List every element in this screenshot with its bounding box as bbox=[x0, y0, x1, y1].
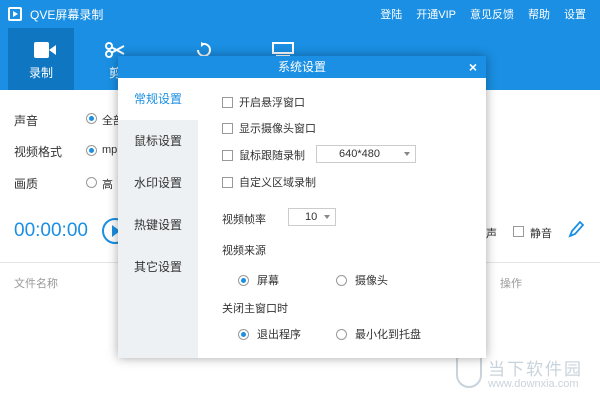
app-title: QVE屏幕录制 bbox=[30, 7, 104, 22]
exit-program-label: 退出程序 bbox=[257, 329, 301, 341]
minimize-tray-radio[interactable] bbox=[336, 328, 347, 340]
settings-dialog: 系统设置 × 常规设置 鼠标设置 水印设置 热键设置 其它设置 开启悬浮窗口 显… bbox=[118, 56, 486, 358]
minimize-tray-option[interactable]: 最小化到托盘 bbox=[336, 326, 421, 342]
fps-select[interactable]: 10 bbox=[288, 208, 336, 226]
menu-help[interactable]: 帮助 bbox=[528, 6, 550, 22]
fps-label: 视频帧率 bbox=[222, 214, 266, 226]
format-mp-label: mp bbox=[102, 144, 118, 156]
dialog-title: 系统设置 bbox=[277, 60, 326, 74]
custom-area-label: 自定义区域录制 bbox=[239, 177, 316, 189]
tool-record-label: 录制 bbox=[28, 66, 53, 80]
column-filename: 文件名称 bbox=[14, 278, 58, 290]
video-camera-icon bbox=[33, 42, 56, 58]
custom-area-checkbox[interactable] bbox=[222, 176, 233, 188]
source-screen-radio[interactable] bbox=[238, 274, 249, 286]
sound-label: 声音 bbox=[14, 114, 39, 128]
tool-record[interactable]: 录制 bbox=[8, 28, 74, 90]
mouse-follow-label: 鼠标跟随录制 bbox=[239, 150, 305, 162]
exit-program-radio[interactable] bbox=[238, 328, 249, 340]
tab-watermark[interactable]: 水印设置 bbox=[118, 162, 198, 204]
exit-program-option[interactable]: 退出程序 bbox=[238, 326, 301, 342]
mute-label: 静音 bbox=[530, 228, 552, 240]
show-camera-label: 显示摄像头窗口 bbox=[239, 123, 316, 135]
source-camera-option[interactable]: 摄像头 bbox=[336, 272, 388, 288]
float-window-label: 开启悬浮窗口 bbox=[239, 97, 305, 109]
chevron-down-icon bbox=[404, 152, 410, 156]
mouse-follow-size-select[interactable]: 640*480 bbox=[316, 145, 416, 163]
quality-high-label: 高 bbox=[102, 179, 113, 191]
source-label: 视频来源 bbox=[222, 245, 266, 257]
column-action: 操作 bbox=[500, 278, 522, 290]
source-camera-label: 摄像头 bbox=[355, 275, 388, 287]
watermark-shield-icon bbox=[456, 356, 482, 388]
source-screen-option[interactable]: 屏幕 bbox=[238, 272, 279, 288]
format-mp-radio[interactable] bbox=[86, 145, 97, 156]
settings-sidebar: 常规设置 鼠标设置 水印设置 热键设置 其它设置 bbox=[118, 78, 198, 358]
tab-other[interactable]: 其它设置 bbox=[118, 246, 198, 288]
tab-general[interactable]: 常规设置 bbox=[118, 78, 198, 120]
dialog-titlebar: 系统设置 × bbox=[118, 56, 486, 78]
sound-all-radio[interactable] bbox=[86, 113, 97, 124]
format-label: 视频格式 bbox=[14, 145, 63, 159]
watermark-url: www.downxia.com bbox=[488, 378, 579, 390]
show-camera-checkbox[interactable] bbox=[222, 122, 233, 134]
close-behavior-label: 关闭主窗口时 bbox=[222, 303, 288, 315]
source-camera-radio[interactable] bbox=[336, 274, 347, 286]
mouse-follow-checkbox[interactable] bbox=[222, 149, 233, 161]
mouse-follow-option[interactable]: 鼠标跟随录制 bbox=[222, 147, 305, 163]
mute-checkbox[interactable] bbox=[513, 226, 524, 237]
float-window-checkbox[interactable] bbox=[222, 96, 233, 108]
menu-login[interactable]: 登陆 bbox=[380, 6, 402, 22]
menu-vip[interactable]: 开通VIP bbox=[416, 6, 456, 22]
custom-area-option[interactable]: 自定义区域录制 bbox=[222, 174, 316, 190]
tab-mouse[interactable]: 鼠标设置 bbox=[118, 120, 198, 162]
watermark-text: 当下软件园 bbox=[488, 360, 583, 379]
fps-value: 10 bbox=[305, 211, 318, 223]
float-window-option[interactable]: 开启悬浮窗口 bbox=[222, 94, 305, 110]
close-icon[interactable]: × bbox=[469, 56, 477, 78]
app-logo-icon bbox=[8, 7, 22, 21]
tab-hotkeys[interactable]: 热键设置 bbox=[118, 204, 198, 246]
top-menu: 登陆 开通VIP 意见反馈 帮助 设置 bbox=[380, 0, 600, 28]
show-camera-option[interactable]: 显示摄像头窗口 bbox=[222, 120, 316, 136]
minimize-tray-label: 最小化到托盘 bbox=[355, 329, 421, 341]
title-bar: QVE屏幕录制 登陆 开通VIP 意见反馈 帮助 设置 bbox=[0, 0, 600, 28]
mouse-follow-size-value: 640*480 bbox=[339, 148, 380, 160]
settings-panel: 开启悬浮窗口 显示摄像头窗口 鼠标跟随录制 640*480 自定义区域录制 视频… bbox=[198, 78, 486, 358]
chevron-down-icon bbox=[324, 215, 330, 219]
sound-partial-label: 声 bbox=[486, 228, 497, 240]
pen-icon[interactable] bbox=[568, 220, 585, 241]
quality-high-radio[interactable] bbox=[86, 177, 97, 188]
menu-feedback[interactable]: 意见反馈 bbox=[470, 6, 514, 22]
quality-label: 画质 bbox=[14, 177, 39, 191]
source-screen-label: 屏幕 bbox=[257, 275, 279, 287]
record-timer: 00:00:00 bbox=[14, 220, 88, 241]
menu-settings[interactable]: 设置 bbox=[564, 6, 586, 22]
